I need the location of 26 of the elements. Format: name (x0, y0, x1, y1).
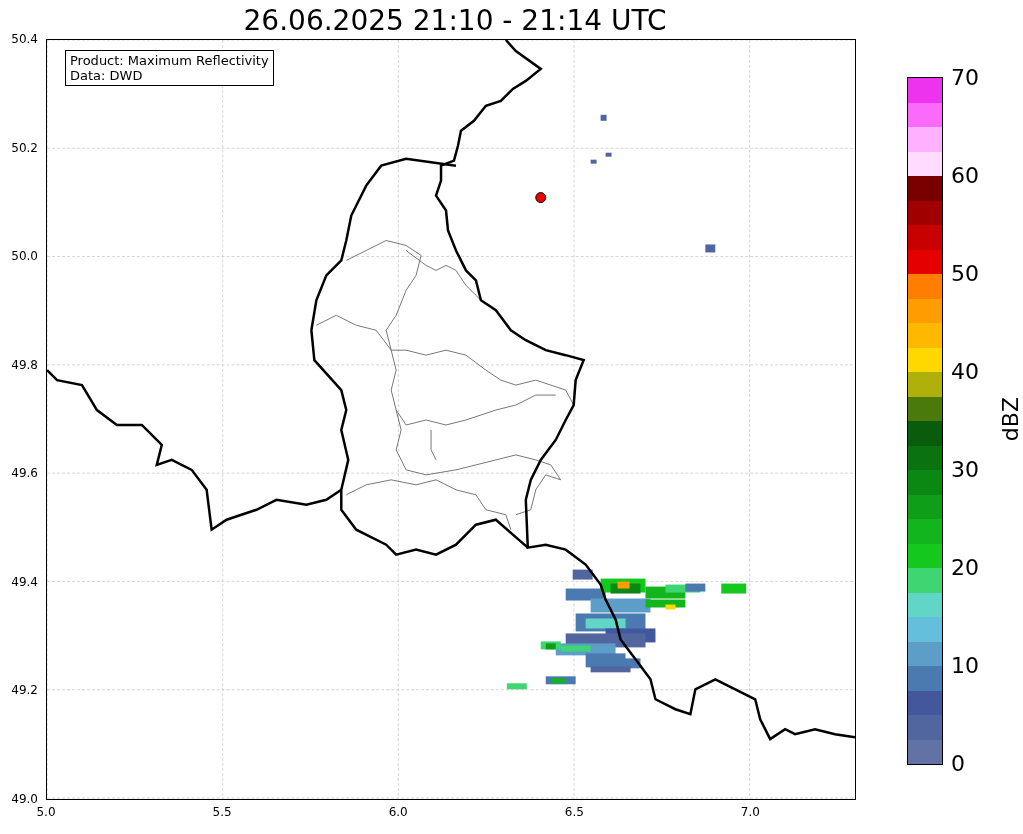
y-tick-label: 50.0 (11, 249, 38, 264)
y-tick-label: 49.4 (11, 574, 38, 589)
x-tick-label: 5.5 (212, 805, 232, 819)
y-tick-label: 49.6 (11, 466, 38, 481)
colorbar-tick-label: 30 (951, 458, 979, 482)
x-tick-label: 6.5 (564, 805, 584, 819)
y-tick-label: 49.2 (11, 683, 38, 698)
x-tick-label: 6.0 (388, 805, 408, 819)
colorbar-tick-label: 10 (951, 654, 979, 678)
colorbar-tick-label: 20 (951, 556, 979, 580)
info-text: Data: DWD (70, 68, 144, 83)
x-tick-label: 5.0 (36, 805, 56, 819)
y-tick-label: 50.4 (11, 32, 38, 46)
y-tick-label: 50.2 (11, 140, 38, 155)
info-text: Product: Maximum Reflectivity (70, 53, 269, 68)
colorbar-tick-label: 70 (951, 66, 979, 90)
colorbar-tick-label: 40 (951, 360, 979, 384)
y-tick-label: 49.8 (11, 357, 38, 372)
y-tick-label: 49.0 (11, 792, 38, 806)
x-tick-label: 7.0 (740, 805, 760, 819)
colorbar-tick-label: 50 (951, 262, 979, 286)
colorbar-tick-label: 60 (951, 164, 979, 188)
chart-title: 26.06.2025 21:10 - 21:14 UTC (243, 3, 667, 39)
colorbar-tick-label: 0 (951, 752, 965, 776)
colorbar-label: dBZ (999, 397, 1023, 442)
location-marker (535, 192, 547, 204)
